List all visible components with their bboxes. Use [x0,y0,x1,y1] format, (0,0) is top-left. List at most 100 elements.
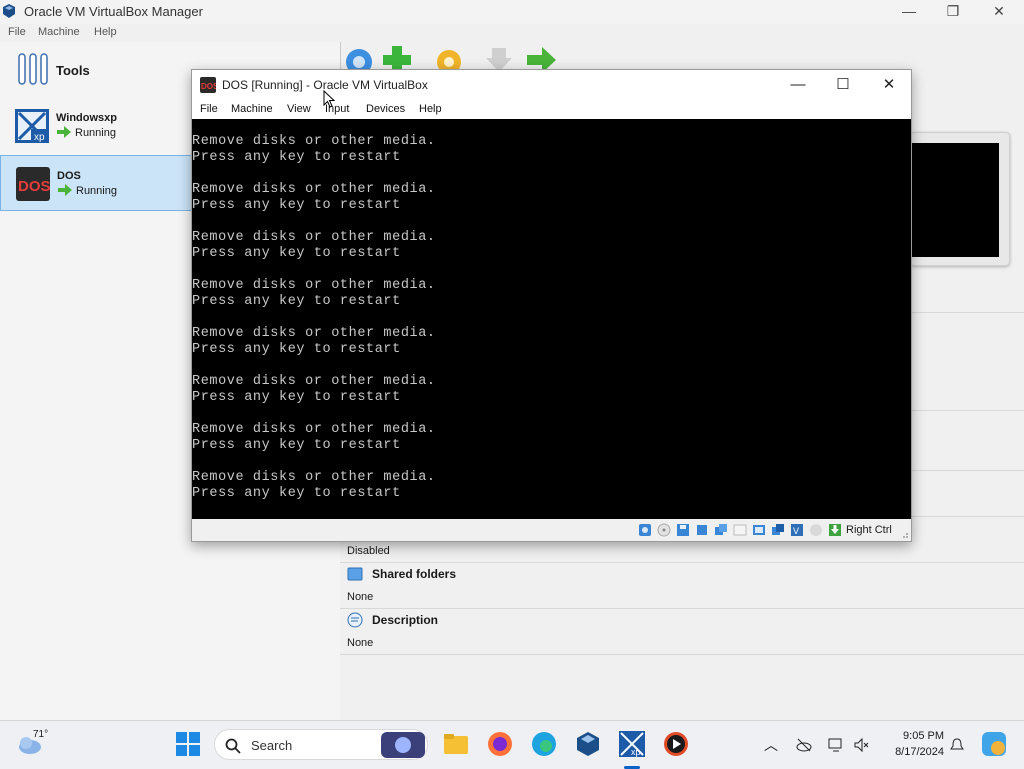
search-highlight-icon [381,732,425,758]
vm-status-bar: V Right Ctrl [192,519,911,541]
console-line: Press any key to restart [192,198,401,213]
usb-value: Disabled [347,545,390,557]
vm-menu-devices[interactable]: Devices [366,103,405,115]
vm-close-button[interactable]: ✕ [866,70,912,100]
host-key-label[interactable]: Right Ctrl [846,524,892,536]
console-line: Press any key to restart [192,294,401,309]
vm-minimize-button[interactable]: — [775,70,821,100]
mouse-cursor-icon [323,90,335,108]
svg-text:V: V [793,526,799,536]
divider [340,654,1024,655]
vm-titlebar[interactable]: DOS DOS [Running] - Oracle VM VirtualBox… [192,70,911,100]
console-line: Press any key to restart [192,390,401,405]
divider [340,608,1024,609]
volume-muted-icon[interactable] [853,737,869,753]
console-line: Press any key to restart [192,342,401,357]
edge-icon[interactable] [530,730,558,758]
search-placeholder: Search [251,738,293,753]
manager-title: Oracle VM VirtualBox Manager [24,4,203,19]
vm-window[interactable]: DOS DOS [Running] - Oracle VM VirtualBox… [191,69,912,542]
tools-label: Tools [56,63,90,78]
console-line: Remove disks or other media. [192,230,436,245]
manager-close-button[interactable]: ✕ [976,0,1022,24]
weather-temp: 71° [33,729,49,740]
console-line: Remove disks or other media. [192,470,436,485]
vm-state: Running [76,185,117,197]
copilot-icon[interactable] [980,730,1008,758]
console-line: Remove disks or other media. [192,134,436,149]
shared-folders-title: Shared folders [372,567,457,581]
virtualbox-icon[interactable] [574,730,602,758]
console-line: Press any key to restart [192,486,401,501]
running-arrow-icon [57,126,71,138]
vm-menu-view[interactable]: View [287,103,311,115]
manager-maximize-button[interactable]: ❐ [930,0,976,24]
manager-minimize-button[interactable]: — [886,0,932,24]
manager-menubar: File Machine Help [0,24,1024,42]
folder-icon [347,567,363,581]
vm-menubar: File Machine View Input Devices Help [192,100,911,119]
vm-menu-file[interactable]: File [200,103,218,115]
windowsxp-vm-icon[interactable]: xp [618,730,646,758]
svg-text:xp: xp [631,747,641,757]
menu-file[interactable]: File [8,26,26,38]
floppy-icon[interactable] [676,523,690,537]
hard-disk-icon[interactable] [638,523,652,537]
notification-bell-icon[interactable] [949,737,965,753]
vm-preview [910,132,1010,266]
console-line: Press any key to restart [192,438,401,453]
vm-item-dos[interactable]: DOS DOS Running [0,155,192,211]
recording-icon[interactable]: V [790,523,804,537]
menu-help[interactable]: Help [94,26,117,38]
clock-date[interactable]: 8/17/2024 [874,746,944,758]
manager-titlebar: Oracle VM VirtualBox Manager — ❐ ✕ [0,0,1024,24]
cpu-icon[interactable] [809,523,823,537]
chevron-up-icon[interactable]: ︿ [764,735,778,755]
running-arrow-icon [58,184,72,196]
console-line: Remove disks or other media. [192,278,436,293]
vm-display[interactable]: Remove disks or other media. Press any k… [192,119,911,519]
virtualbox-icon [3,4,15,18]
network-icon[interactable] [714,523,728,537]
vm-menu-machine[interactable]: Machine [231,103,273,115]
firefox-icon[interactable] [486,730,514,758]
menu-machine[interactable]: Machine [38,26,80,38]
start-icon[interactable] [174,730,202,758]
console-line: Press any key to restart [192,150,401,165]
description-value: None [347,637,374,649]
shared-folders-value: None [347,591,374,603]
taskbar: 71° Search xp ︿ 9:05 PM 8/17/2024 [0,720,1024,769]
shared-folder-icon[interactable] [752,523,766,537]
taskbar-search[interactable]: Search [214,729,428,760]
file-explorer-icon[interactable] [442,730,470,758]
speech-bubble-icon [347,612,363,628]
resize-grip-icon[interactable] [901,531,909,539]
mouse-integration-icon[interactable] [828,523,842,537]
svg-text:DOS: DOS [201,82,216,91]
vm-maximize-button[interactable]: ☐ [820,70,866,100]
vm-name: DOS [57,170,81,182]
usb-icon[interactable] [733,523,747,537]
vm-item-windowsxp[interactable]: xp Windowsxp Running [0,98,192,154]
vm-menu-help[interactable]: Help [419,103,442,115]
dos-window-icon: DOS [200,77,216,93]
media-player-icon[interactable] [662,730,690,758]
preview-screen [911,143,999,257]
onedrive-offline-icon[interactable] [796,737,812,753]
console-line: Remove disks or other media. [192,326,436,341]
display-icon[interactable] [771,523,785,537]
divider [340,562,1024,563]
console-line: Remove disks or other media. [192,422,436,437]
windowsxp-os-icon: xp [15,109,49,143]
console-line: Remove disks or other media. [192,374,436,389]
dos-os-icon: DOS [16,167,50,201]
svg-text:DOS: DOS [18,178,50,195]
search-icon [225,738,241,754]
audio-icon[interactable] [695,523,709,537]
console-line: Press any key to restart [192,246,401,261]
description-title: Description [372,613,439,627]
clock-time[interactable]: 9:05 PM [884,730,944,742]
network-status-icon[interactable] [828,737,844,753]
optical-drive-icon[interactable] [657,523,671,537]
vm-name: Windowsxp [56,112,118,124]
